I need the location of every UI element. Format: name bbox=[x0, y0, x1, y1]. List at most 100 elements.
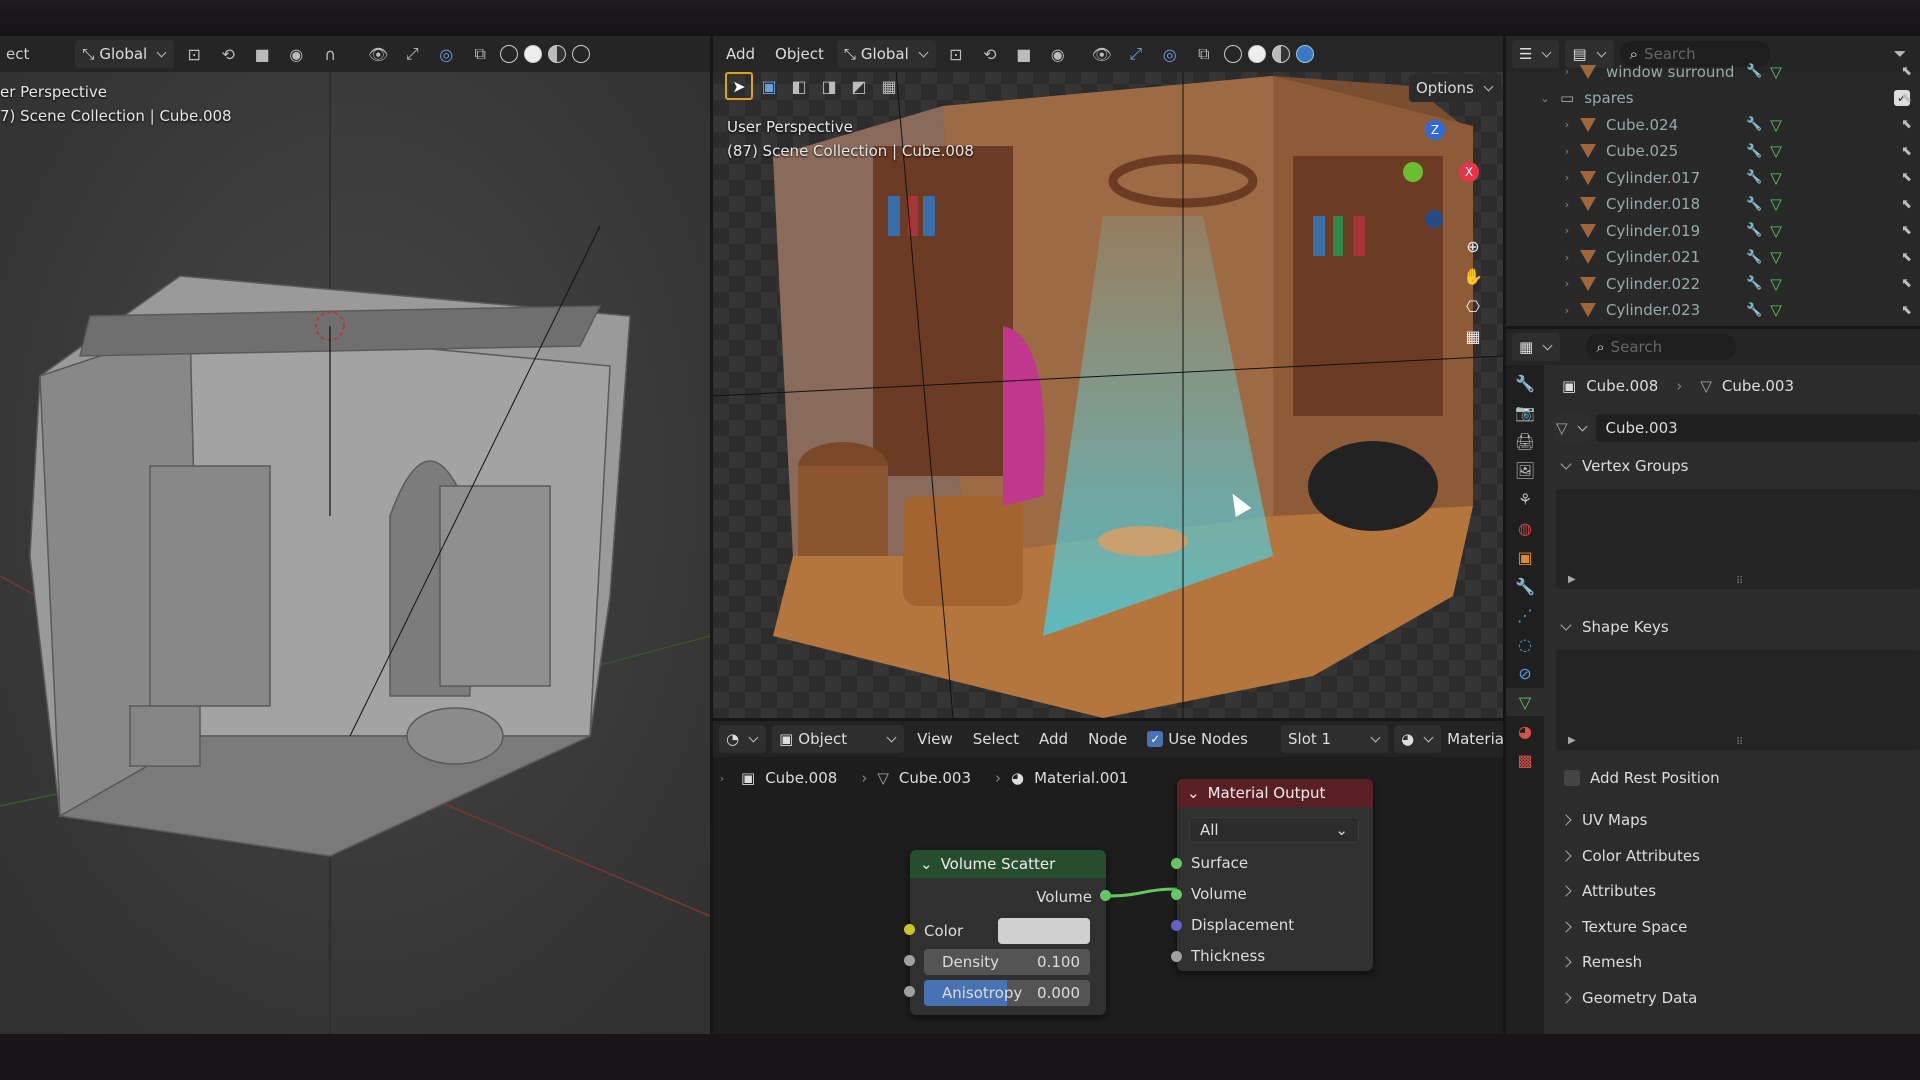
select-box-icon[interactable]: ▣ bbox=[755, 72, 783, 100]
modifier-icon[interactable]: 🔧 bbox=[1746, 144, 1762, 159]
modifier-icon[interactable]: 🔧 bbox=[1746, 197, 1762, 212]
expand-arrow-icon[interactable]: › bbox=[1558, 277, 1576, 290]
select-cursor-icon[interactable]: ➤ bbox=[725, 72, 753, 100]
wireframe-shading-icon[interactable] bbox=[500, 45, 519, 63]
add-rest-position-row[interactable]: Add Rest Position bbox=[1544, 762, 1920, 794]
properties-editor[interactable]: ▦ ⌕ Search 🔧 📷 🖨 🖼 ⚘ ◍ ▣ 🔧 ⋰ ◌ ⊘ ▽ ◕ ▩ ▣ … bbox=[1506, 329, 1920, 1034]
expand-arrow-icon[interactable]: › bbox=[1558, 224, 1576, 237]
gizmo-neg-z-axis[interactable] bbox=[1425, 210, 1443, 228]
anisotropy-input-socket[interactable] bbox=[904, 986, 915, 997]
modifier-icon[interactable]: 🔧 bbox=[1746, 223, 1762, 238]
list-expand-icon[interactable]: ▶ bbox=[1568, 735, 1576, 746]
selectable-arrow-icon[interactable]: ⬉ bbox=[1901, 91, 1912, 106]
rendered-shading-icon[interactable] bbox=[572, 45, 591, 63]
left-3d-viewport[interactable]: ect ⤡ Global ⊡ ⟲ ■ ◉ ∩ 👁 ⤢ ◎ ⧉ er Perspec… bbox=[0, 36, 710, 1034]
right-orientation-dropdown[interactable]: ⤡ Global bbox=[836, 40, 936, 68]
transform-orientation-dropdown[interactable]: ⤡ Global bbox=[75, 40, 175, 68]
selectable-arrow-icon[interactable]: ⬉ bbox=[1901, 64, 1912, 79]
outliner-item[interactable]: › Cylinder.018 🔧 ▽ ⬉ bbox=[1506, 191, 1920, 218]
add-menu[interactable]: Add bbox=[719, 40, 762, 68]
right-visibility-icon[interactable]: 👁 bbox=[1088, 40, 1116, 68]
modifier-icon[interactable]: 🔧 bbox=[1746, 303, 1762, 318]
visibility-icon[interactable]: 👁 bbox=[364, 40, 392, 68]
right-3d-viewport[interactable]: Add Object ⤡ Global ⊡ ⟲ ■ ◉ 👁 ⤢ ◎ ⧉ ➤ ▣ ◧… bbox=[713, 36, 1503, 718]
outliner-item[interactable]: › Cube.025 🔧 ▽ ⬉ bbox=[1506, 138, 1920, 165]
breadcrumb-object[interactable]: Cube.008 bbox=[765, 769, 837, 787]
anisotropy-field[interactable]: Anisotropy 0.000 bbox=[924, 980, 1090, 1006]
mesh-data-icon[interactable]: ▽ bbox=[1770, 142, 1782, 160]
mesh-browse-dropdown[interactable]: ▽ bbox=[1554, 414, 1590, 442]
properties-editor-type[interactable]: ▦ bbox=[1512, 333, 1561, 361]
outliner-collection[interactable]: ⌄ ▭ spares ✓ ⬉ bbox=[1506, 85, 1920, 112]
list-resize-icon[interactable]: ⠿ bbox=[1736, 576, 1743, 587]
render-target-dropdown[interactable]: All ⌄ bbox=[1189, 817, 1359, 843]
expand-arrow-icon[interactable]: › bbox=[1558, 198, 1576, 211]
right-xray-icon[interactable]: ⧉ bbox=[1190, 40, 1218, 68]
list-resize-icon[interactable]: ⠿ bbox=[1736, 737, 1743, 748]
output-tab-icon[interactable]: 🖨 bbox=[1511, 427, 1539, 455]
right-proportional-icon[interactable]: ◉ bbox=[1044, 40, 1072, 68]
volume-scatter-header[interactable]: ⌄ Volume Scatter bbox=[910, 850, 1106, 878]
right-rendered-icon[interactable] bbox=[1295, 45, 1314, 63]
select-invert-icon[interactable]: ◩ bbox=[845, 72, 873, 100]
add-rest-position-checkbox[interactable] bbox=[1564, 770, 1580, 786]
right-snap-icon[interactable]: ⟲ bbox=[976, 40, 1004, 68]
selectable-arrow-icon[interactable]: ⬉ bbox=[1901, 223, 1912, 238]
node-menu[interactable]: Node bbox=[1081, 725, 1134, 753]
world-tab-icon[interactable]: ◍ bbox=[1511, 514, 1539, 542]
selectable-arrow-icon[interactable]: ⬉ bbox=[1901, 250, 1912, 265]
right-pivot-icon[interactable]: ⊡ bbox=[942, 40, 970, 68]
color-input-socket[interactable] bbox=[904, 924, 915, 935]
material-browse-dropdown[interactable]: ◕ bbox=[1394, 725, 1442, 753]
collapse-icon[interactable]: ⌄ bbox=[1187, 784, 1200, 802]
right-overlays-icon[interactable]: ◎ bbox=[1156, 40, 1184, 68]
density-input-socket[interactable] bbox=[904, 955, 915, 966]
gizmo-z-axis[interactable]: Z bbox=[1425, 120, 1445, 140]
mesh-name-field[interactable]: Cube.003 bbox=[1595, 414, 1920, 442]
modifier-icon[interactable]: 🔧 bbox=[1746, 276, 1762, 291]
outliner-item[interactable]: › window surround 🔧 ▽ ⬉ bbox=[1506, 58, 1920, 85]
expand-arrow-icon[interactable]: › bbox=[1558, 304, 1576, 317]
right-gizmo-icon[interactable]: ⤢ bbox=[1122, 40, 1150, 68]
expand-arrow-icon[interactable]: › bbox=[1558, 251, 1576, 264]
options-dropdown[interactable]: Options bbox=[1409, 74, 1501, 102]
gizmo-x-axis[interactable]: X bbox=[1459, 162, 1479, 182]
render-tab-icon[interactable]: 📷 bbox=[1511, 398, 1539, 426]
selectable-arrow-icon[interactable]: ⬉ bbox=[1901, 276, 1912, 291]
vertex-groups-panel[interactable]: Vertex Groups bbox=[1544, 450, 1920, 482]
selectable-arrow-icon[interactable]: ⬉ bbox=[1901, 144, 1912, 159]
right-wireframe-icon[interactable] bbox=[1223, 45, 1242, 63]
material-name-field[interactable]: Material.00 bbox=[1447, 730, 1503, 748]
pivot-icon[interactable]: ⊡ bbox=[180, 40, 208, 68]
expand-arrow-icon[interactable]: › bbox=[1558, 145, 1576, 158]
volume-output-socket[interactable] bbox=[1100, 890, 1111, 901]
properties-search[interactable]: ⌕ Search bbox=[1586, 334, 1737, 360]
physics-tab-icon[interactable]: ◌ bbox=[1511, 630, 1539, 658]
navigation-gizmo[interactable]: Z X bbox=[1403, 120, 1503, 240]
select-intersect-icon[interactable]: ▦ bbox=[875, 72, 903, 100]
mesh-data-tab-icon[interactable]: ▽ bbox=[1506, 688, 1544, 716]
right-material-icon[interactable] bbox=[1271, 45, 1290, 63]
solid-shading-icon[interactable] bbox=[524, 45, 543, 63]
material-output-header[interactable]: ⌄ Material Output bbox=[1177, 779, 1373, 807]
modifier-icon[interactable]: 🔧 bbox=[1746, 117, 1762, 132]
mode-label[interactable]: ect bbox=[6, 45, 29, 63]
expand-arrow-icon[interactable]: › bbox=[1558, 118, 1576, 131]
pan-hand-icon[interactable]: ✋ bbox=[1459, 262, 1487, 290]
breadcrumb-object[interactable]: Cube.008 bbox=[1586, 377, 1658, 395]
outliner-item[interactable]: › Cube.024 🔧 ▽ ⬉ bbox=[1506, 111, 1920, 138]
tool-tab-icon[interactable]: 🔧 bbox=[1511, 369, 1539, 397]
volume-input-socket[interactable] bbox=[1171, 889, 1182, 900]
texture-space-panel[interactable]: Texture Space bbox=[1544, 911, 1920, 943]
surface-input-socket[interactable] bbox=[1171, 858, 1182, 869]
material-tab-icon[interactable]: ◕ bbox=[1511, 717, 1539, 745]
material-shading-icon[interactable] bbox=[548, 45, 567, 63]
shader-type-dropdown[interactable]: ▣ Object bbox=[772, 725, 905, 753]
color-attributes-panel[interactable]: Color Attributes bbox=[1544, 840, 1920, 872]
modifier-icon[interactable]: 🔧 bbox=[1746, 64, 1762, 79]
modifier-icon[interactable]: 🔧 bbox=[1746, 250, 1762, 265]
outliner-item[interactable]: › Cylinder.023 🔧 ▽ ⬉ bbox=[1506, 297, 1920, 324]
use-nodes-toggle[interactable]: ✓ Use Nodes bbox=[1140, 725, 1255, 753]
select-extend-icon[interactable]: ◧ bbox=[785, 72, 813, 100]
use-nodes-checkbox[interactable]: ✓ bbox=[1147, 731, 1164, 747]
